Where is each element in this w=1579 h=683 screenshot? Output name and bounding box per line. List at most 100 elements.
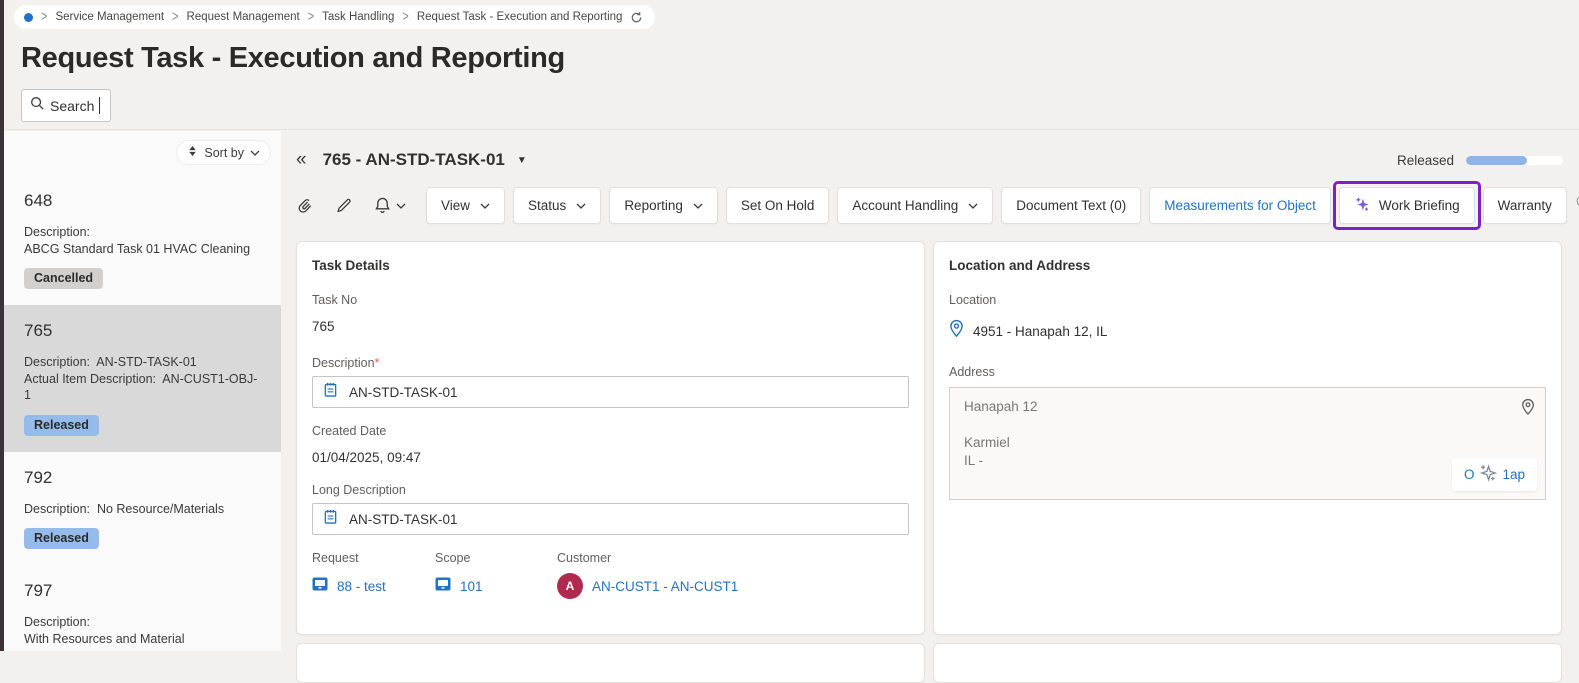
description-input[interactable]: AN-STD-TASK-01 [312,376,909,408]
next-section-card-right [933,643,1562,683]
location-value[interactable]: 4951 - Hanapah 12, IL [973,324,1107,339]
location-label: Location [949,293,1546,307]
location-pin-icon [949,319,964,343]
account-handling-button[interactable]: Account Handling [837,187,993,224]
task-number: 765 [24,321,263,341]
status-progress-bar [1466,156,1563,165]
customer-link[interactable]: AN-CUST1 - AN-CUST1 [592,579,738,594]
document-text-label: Document Text (0) [1016,198,1126,213]
chevron-down-icon [250,150,260,156]
favorite-heart-icon[interactable]: ♡ [1575,193,1579,218]
refresh-icon[interactable] [630,11,643,24]
view-button-label: View [441,198,470,213]
address-city: Karmiel [964,434,1531,452]
breadcrumb-item-service-management[interactable]: Service Management [55,11,164,23]
task-list-item-648[interactable]: 648 Description: ABCG Standard Task 01 H… [4,175,281,305]
reporting-button[interactable]: Reporting [609,187,718,224]
required-mark: * [375,356,380,370]
view-button[interactable]: View [426,187,505,224]
status-badge: Released [24,528,99,549]
reporting-button-label: Reporting [624,198,683,213]
breadcrumb-item-request-management[interactable]: Request Management [187,11,300,23]
request-link[interactable]: 88 - test [337,579,386,594]
breadcrumb-separator: > [308,9,314,25]
chevron-down-icon [396,203,406,209]
note-icon [323,508,338,530]
app-nav-edge [0,0,4,651]
work-briefing-label: Work Briefing [1379,198,1460,213]
record-dropdown-icon[interactable]: ▼ [517,155,527,166]
chevron-down-icon [576,203,586,209]
task-list-item-792[interactable]: 792 Description: No Resource/Materials R… [4,452,281,566]
edit-icon[interactable] [335,196,353,215]
scope-link[interactable]: 101 [460,579,483,594]
task-description: ABCG Standard Task 01 HVAC Cleaning [24,241,263,258]
measurements-for-object-button[interactable]: Measurements for Object [1149,187,1331,224]
task-description: Description: No Resource/Materials [24,501,263,518]
status-badge: Cancelled [24,268,103,289]
address-box: Hanapah 12 Karmiel IL - O 1ap [949,387,1546,500]
long-description-value: AN-STD-TASK-01 [349,512,458,527]
warranty-button[interactable]: Warranty [1483,187,1567,224]
open-map-button[interactable]: O 1ap [1452,458,1537,491]
sparkle-cursor-icon [1477,463,1499,486]
measurements-label: Measurements for Object [1164,198,1316,213]
customer-label: Customer [557,551,738,565]
task-details-title: Task Details [312,258,909,273]
long-description-input[interactable]: AN-STD-TASK-01 [312,503,909,535]
sort-icon [187,145,198,160]
collapse-list-icon[interactable]: « [296,149,307,171]
set-on-hold-button[interactable]: Set On Hold [726,187,830,224]
work-briefing-highlight-box: Work Briefing [1333,181,1481,230]
sparkle-icon [1354,196,1371,216]
home-dot-icon[interactable] [24,13,33,22]
task-description: Description: AN-STD-TASK-01 [24,354,263,371]
customer-avatar: A [557,573,583,599]
breadcrumb-item-current-page[interactable]: Request Task - Execution and Reporting [417,11,623,23]
status-badge: Released [24,415,99,436]
task-number: 797 [24,581,263,601]
breadcrumb-item-task-handling[interactable]: Task Handling [322,11,394,23]
sort-by-label: Sort by [204,146,244,160]
sort-by-dropdown[interactable]: Sort by [176,140,271,165]
long-description-label: Long Description [312,483,909,497]
search-input[interactable]: Search [21,89,111,122]
open-map-text-left: O [1464,467,1475,482]
attachment-icon[interactable] [296,196,314,215]
task-number: 648 [24,191,263,211]
page-title: Request Task - Execution and Reporting [21,42,565,75]
screen-icon [435,577,451,596]
next-section-card-left [296,643,925,683]
task-list-item-797[interactable]: 797 Description: With Resources and Mate… [4,565,281,651]
map-pin-icon [1521,398,1535,421]
record-header: « 765 - AN-STD-TASK-01 ▼ Released [296,148,1563,172]
task-description-label: Description: [24,614,263,631]
set-on-hold-label: Set On Hold [741,198,815,213]
scope-label: Scope [435,551,557,565]
created-date-label: Created Date [312,424,909,438]
task-actual-item-description: Actual Item Description: AN-CUST1-OBJ-1 [24,371,263,404]
search-icon [30,96,45,116]
task-list-item-765[interactable]: 765 Description: AN-STD-TASK-01 Actual I… [4,305,281,452]
notifications-button[interactable] [374,196,406,215]
chevron-down-icon [480,203,490,209]
address-label: Address [949,365,1546,379]
task-description: With Resources and Material [24,631,263,648]
main-content: « 765 - AN-STD-TASK-01 ▼ Released [281,131,1579,651]
created-date-value: 01/04/2025, 09:47 [312,450,909,465]
bell-icon [374,196,391,215]
text-caret [99,97,100,114]
open-map-text-right: 1ap [1502,467,1525,482]
request-label: Request [312,551,435,565]
status-button-label: Status [528,198,566,213]
task-list-sidebar: Sort by 648 Description: ABCG Standard T… [4,131,281,651]
address-line1: Hanapah 12 [964,398,1531,416]
task-description-label: Description: [24,224,263,241]
work-briefing-button[interactable]: Work Briefing [1339,187,1475,224]
description-value: AN-STD-TASK-01 [349,385,458,400]
status-button[interactable]: Status [513,187,601,224]
document-text-button[interactable]: Document Text (0) [1001,187,1141,224]
location-address-title: Location and Address [949,258,1546,273]
breadcrumb-separator: > [172,9,178,25]
task-details-card: Task Details Task No 765 Description* AN… [296,241,925,635]
